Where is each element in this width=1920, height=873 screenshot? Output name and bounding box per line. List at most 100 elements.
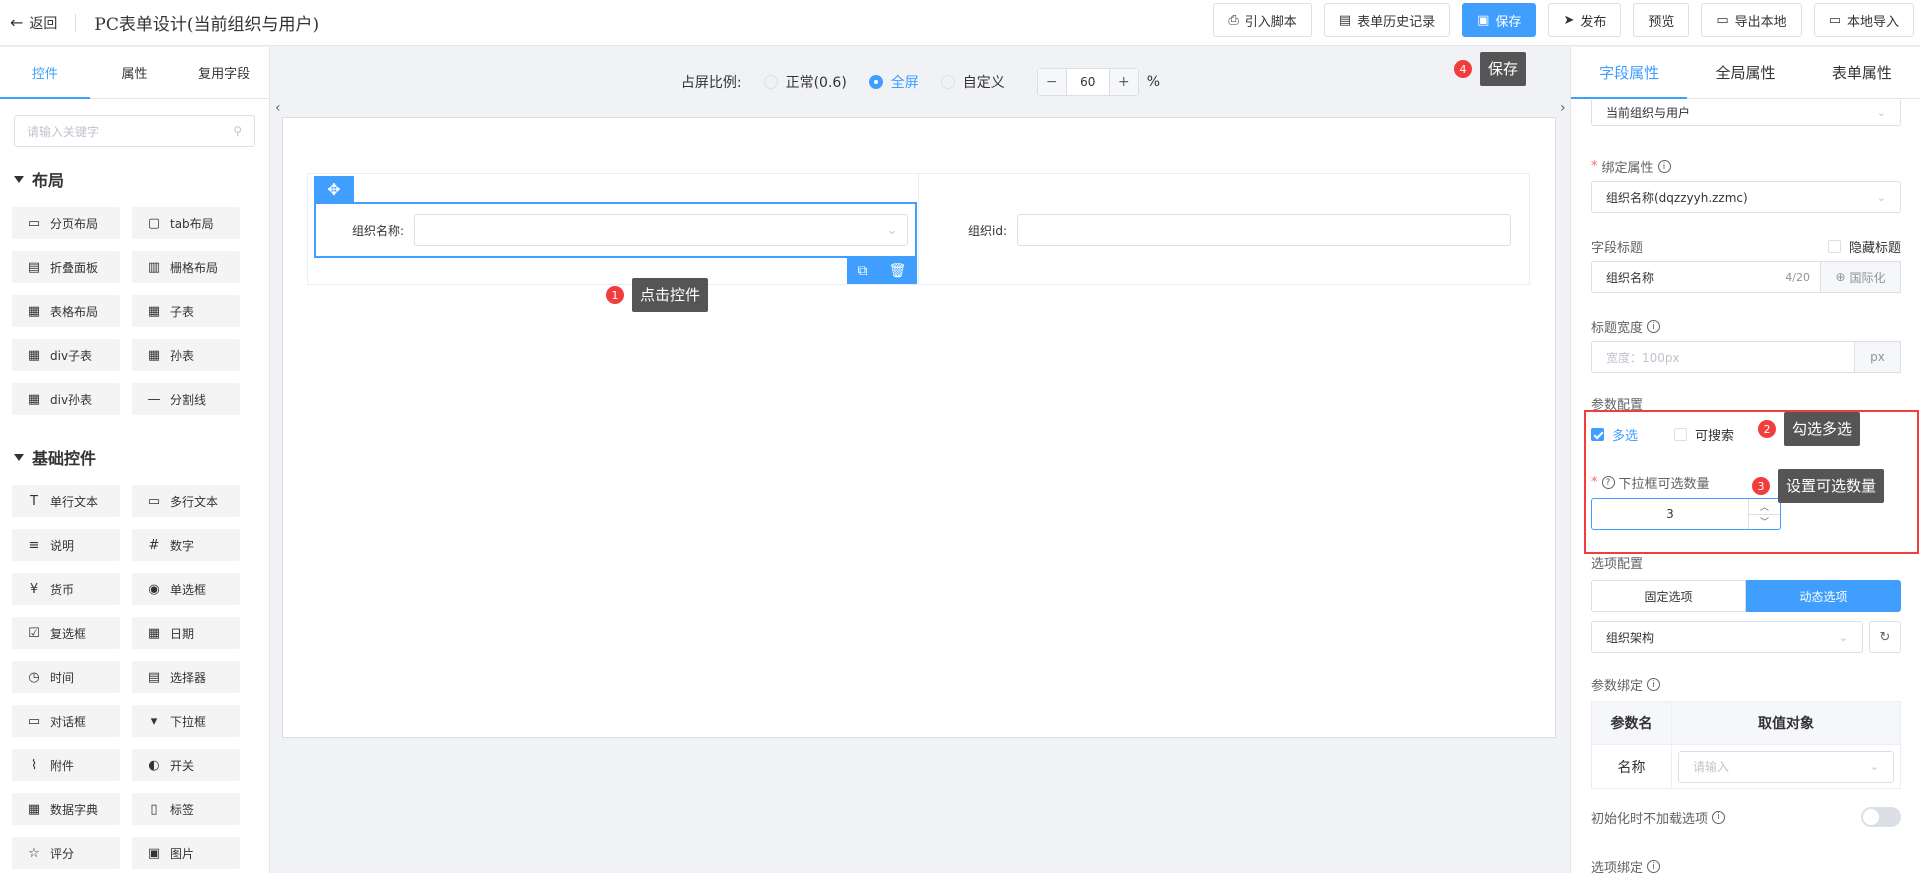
control-item[interactable]: ▢ tab布局 [132,207,240,239]
control-item[interactable]: — 分割线 [132,383,240,415]
control-label: div子表 [50,348,93,363]
control-item[interactable]: ▥ 栅格布局 [132,251,240,283]
control-label: 标签 [170,802,195,817]
title-width-label: 标题宽度 i [1591,317,1901,336]
control-icon: ▭ [27,215,41,231]
field-title-input[interactable]: 组织名称 4/20 [1591,261,1821,293]
tab-global-props[interactable]: 全局属性 [1687,47,1803,98]
control-item[interactable]: ◷ 时间 [12,661,120,693]
ratio-normal-radio[interactable]: 正常(0.6) [763,72,847,92]
control-item[interactable]: ▭ 多行文本 [132,485,240,517]
i18n-button[interactable]: ⊕ 国际化 [1821,261,1901,293]
control-icon: ▭ [27,713,41,729]
control-label: 多行文本 [170,494,219,509]
title-width-input[interactable]: 宽度：100px [1591,341,1855,373]
control-item[interactable]: ☆ 评分 [12,837,120,869]
ratio-stepper: − 60 + [1036,68,1139,96]
org-name-select[interactable]: ⌄ [414,214,908,246]
publish-button[interactable]: ➤ 发布 [1548,3,1622,37]
ratio-value-input[interactable]: 60 [1065,69,1110,95]
control-item[interactable]: ▦ 数据字典 [12,793,120,825]
org-source-select[interactable]: 组织架构 ⌄ [1591,621,1863,653]
increment-button[interactable]: + [1109,69,1138,95]
org-id-input[interactable] [1017,214,1511,246]
tab-form-props[interactable]: 表单属性 [1804,47,1920,98]
control-item[interactable]: ¥ 货币 [12,573,120,605]
tab-field-props[interactable]: 字段属性 [1571,47,1688,99]
control-item[interactable]: ▦ div子表 [12,339,120,371]
control-grid: T 单行文本 ▭ 多行文本 ≡ 说明 # 数字 ¥ 货币 ◉ 单选框 ☑ 复选框 ▦ 日期 ◷ 时间 ▤ 选择器 ▭ 对话… [12,485,269,869]
param-bind-table: 参数名 取值对象 名称 请输入 ⌄ [1591,701,1901,789]
input-value: 组织名称 [1606,270,1655,285]
control-icon: ▦ [147,347,161,363]
section-title[interactable]: 基础控件 [14,445,269,469]
control-item[interactable]: ▦ 表格布局 [12,295,120,327]
import-script-button[interactable]: ⎙ 引入脚本 [1213,3,1312,37]
control-item[interactable]: ◉ 单选框 [132,573,240,605]
control-item[interactable]: ▤ 折叠面板 [12,251,120,283]
control-item[interactable]: ▦ 子表 [132,295,240,327]
import-local-button[interactable]: ▭ 本地导入 [1813,3,1914,37]
copy-icon[interactable]: ⧉ [858,263,868,279]
control-item[interactable]: ▭ 分页布局 [12,207,120,239]
selected-control[interactable]: 组织名称: ⌄ ⧉ 🗑 [314,202,917,284]
tab-reuse-fields[interactable]: 复用字段 [179,47,269,98]
control-item[interactable]: ☑ 复选框 [12,617,120,649]
control-item[interactable]: ▣ 图片 [132,837,240,869]
collapse-left-icon[interactable]: ‹ [275,100,281,116]
control-icon: ▢ [147,215,161,231]
delete-icon[interactable]: 🗑 [889,263,907,279]
ratio-custom-radio[interactable]: 自定义 [940,72,1005,92]
control-search-input[interactable]: 请输入关键字 ⚲ [14,115,255,147]
control-label: 栅格布局 [170,260,219,275]
globe-icon: ⊕ [1835,270,1846,284]
control-item[interactable]: T 单行文本 [12,485,120,517]
radio-label: 全屏 [890,75,919,91]
tab-properties[interactable]: 属性 [90,47,180,98]
grid-col-right[interactable]: 组织id: [918,174,1529,284]
preview-button[interactable]: 预览 [1633,3,1690,37]
control-icon: ¥ [29,581,39,597]
datasource-select[interactable]: 当前组织与用户 ⌄ [1591,100,1901,126]
collapse-right-icon[interactable]: › [1560,100,1566,116]
value-select[interactable]: 请输入 ⌄ [1678,750,1894,783]
control-item[interactable]: ▦ 日期 [132,617,240,649]
grid-col-left[interactable]: ✥ 组织名称: ⌄ ⧉ 🗑 [308,174,918,284]
control-item[interactable]: ▦ 孙表 [132,339,240,371]
init-no-load-toggle[interactable] [1861,807,1901,827]
section-title[interactable]: 布局 [14,167,269,191]
control-label: 货币 [50,582,75,597]
control-item[interactable]: ≡ 说明 [12,529,120,561]
control-item[interactable]: ⌇ 附件 [12,749,120,781]
tab-controls[interactable]: 控件 [0,47,90,99]
fixed-options-button[interactable]: 固定选项 [1591,580,1746,612]
chevron-down-icon: ⌄ [1838,630,1848,644]
control-item[interactable]: ◐ 开关 [132,749,240,781]
control-item[interactable]: # 数字 [132,529,240,561]
control-label: tab布局 [170,216,214,231]
radio-dot [940,75,955,89]
dynamic-options-button[interactable]: 动态选项 [1746,580,1901,612]
col-header: 参数名 [1592,702,1672,744]
control-item[interactable]: ▭ 对话框 [12,705,120,737]
export-local-button[interactable]: ▭ 导出本地 [1701,3,1802,37]
callout-3: 3 设置可选数量 [1752,469,1885,503]
decrement-button[interactable]: − [1037,69,1066,95]
ratio-fullscreen-radio[interactable]: 全屏 [868,72,919,92]
refresh-icon[interactable]: ↻ [1869,621,1901,653]
move-icon[interactable]: ✥ [314,176,354,202]
bind-attr-select[interactable]: 组织名称(dqzzyyh.zzmc) ⌄ [1591,181,1901,213]
save-button[interactable]: ▣ 保存 [1462,3,1537,37]
hide-title-checkbox[interactable]: 隐藏标题 [1827,237,1901,256]
form-history-button[interactable]: ▤ 表单历史记录 [1323,3,1451,37]
control-item[interactable]: ▦ div孙表 [12,383,120,415]
callout-4: 4 保存 [1454,52,1527,86]
form-canvas: ✥ 组织名称: ⌄ ⧉ 🗑 组织id: [282,117,1556,738]
value-cell: 请输入 ⌄ [1672,745,1900,788]
callout-text: 设置可选数量 [1778,469,1885,503]
control-item[interactable]: ▤ 选择器 [132,661,240,693]
button-label: 本地导入 [1846,14,1899,30]
control-item[interactable]: ▾ 下拉框 [132,705,240,737]
control-item[interactable]: ▯ 标签 [132,793,240,825]
back-button[interactable]: ← 返回 [10,13,57,33]
